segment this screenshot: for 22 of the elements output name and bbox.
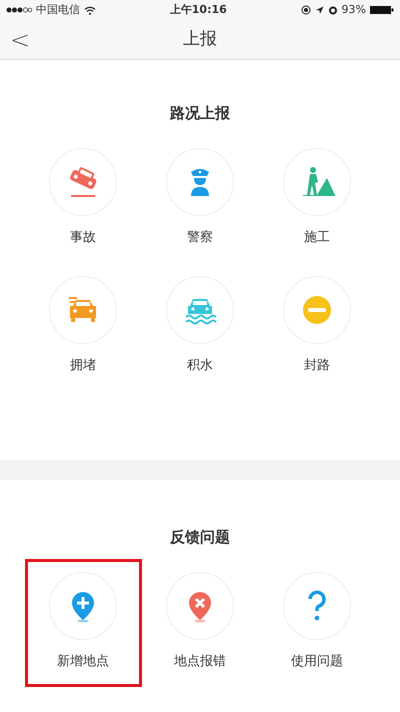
option-label: 封路 — [304, 356, 330, 374]
section-title: 反馈问题 — [168, 527, 231, 547]
page-title: 上报 — [183, 28, 217, 51]
option-label: 地点报错 — [174, 653, 226, 671]
alarm-icon — [328, 5, 338, 15]
rotation-lock-icon — [300, 5, 311, 15]
signal-icon — [6, 7, 32, 13]
status-time: 上午10:16 — [170, 2, 227, 18]
option-label: 拥堵 — [70, 356, 96, 374]
section-title: 路况上报 — [169, 103, 231, 123]
back-button[interactable]: < — [0, 28, 40, 52]
option-label: 积水 — [187, 356, 213, 374]
option-label: 事故 — [70, 229, 96, 247]
battery-percent: 93% — [342, 2, 366, 18]
option-label: 警察 — [187, 229, 213, 247]
option-label: 施工 — [304, 229, 330, 247]
option-label: 使用问题 — [291, 653, 343, 671]
battery-icon — [370, 5, 394, 15]
option-label: 新增地点 — [57, 653, 109, 671]
wifi-icon — [84, 6, 96, 14]
location-icon — [314, 6, 324, 14]
carrier-name: 中国电信 — [36, 2, 80, 18]
